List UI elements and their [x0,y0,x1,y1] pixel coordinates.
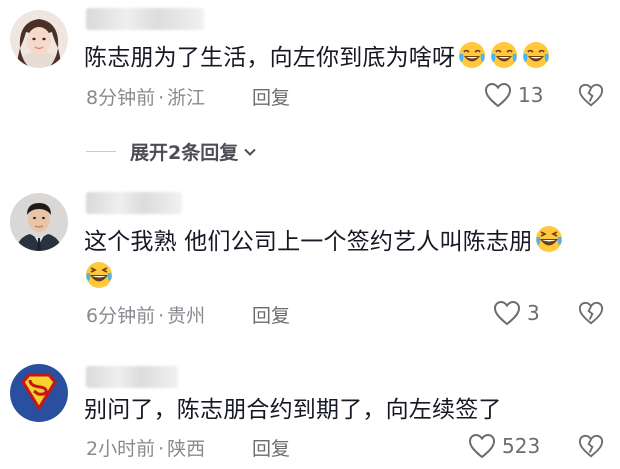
expand-replies-label: 展开2条回复 [130,142,239,164]
comment-text-content: 别问了，陈志朋合约到期了，向左续签了 [84,397,502,423]
comment-time: 2小时前 [86,438,156,460]
broken-heart-icon[interactable] [578,433,604,459]
username-blurred[interactable] [86,8,204,30]
comment-item: 别问了，陈志朋合约到期了，向左续签了 2小时前 · 陕西 回复 523 [0,352,620,469]
reply-button[interactable]: 回复 [252,83,290,110]
heart-outline-icon [468,433,496,459]
comment-meta: 6分钟前 · 贵州 [86,301,205,328]
comment-time: 6分钟前 [86,305,156,327]
comment-item: 这个我熟 他们公司上一个签约艺人叫陈志朋 6分钟前 · 贵州 回复 3 [0,180,620,330]
username-blurred[interactable] [86,366,178,388]
comment-text: 别问了，陈志朋合约到期了，向左续签了 [84,392,590,428]
comment-text: 这个我熟 他们公司上一个签约艺人叫陈志朋 [84,224,590,296]
chevron-down-icon [244,148,256,156]
like-count: 523 [502,434,541,458]
like-button[interactable]: 13 [484,82,543,108]
like-count: 3 [527,301,540,325]
broken-heart-icon[interactable] [578,300,604,326]
meta-separator: · [158,87,165,109]
woman-avatar-icon [10,10,68,68]
like-button[interactable]: 3 [493,300,540,326]
heart-outline-icon [484,82,512,108]
comment-text-content: 陈志朋为了生活，向左你到底为啥呀 [84,45,456,71]
comment-location: 贵州 [167,305,206,327]
comment-meta: 2小时前 · 陕西 [86,434,205,461]
broken-heart-icon[interactable] [578,82,604,108]
avatar[interactable] [10,193,68,251]
crying-laughing-face-icon [491,42,518,68]
crying-laughing-face-icon [523,42,550,68]
expand-replies-button[interactable]: 展开2条回复 [86,138,258,165]
username-blurred[interactable] [86,192,182,214]
comment-time: 8分钟前 [86,87,156,109]
comment-location: 浙江 [167,87,206,109]
avatar[interactable] [10,364,68,422]
comment-text: 陈志朋为了生活，向左你到底为啥呀 [84,40,590,76]
expand-divider [86,150,116,153]
superman-logo-icon [10,364,68,422]
avatar[interactable] [10,10,68,68]
man-avatar-icon [10,193,68,251]
laughing-face-icon [536,226,563,252]
comment-text-content: 这个我熟 他们公司上一个签约艺人叫陈志朋 [84,229,533,255]
comment-meta: 8分钟前 · 浙江 [86,83,205,110]
comment-item: 陈志朋为了生活，向左你到底为啥呀 8分钟前 · 浙江 回复 13 [0,0,620,130]
laughing-face-icon [86,262,112,288]
like-button[interactable]: 523 [468,433,540,459]
meta-separator: · [158,305,165,327]
reply-button[interactable]: 回复 [252,434,290,461]
heart-outline-icon [493,300,521,326]
comment-location: 陕西 [167,438,206,460]
reply-button[interactable]: 回复 [252,301,290,328]
crying-laughing-face-icon [459,42,486,68]
meta-separator: · [158,438,165,460]
like-count: 13 [518,83,544,107]
